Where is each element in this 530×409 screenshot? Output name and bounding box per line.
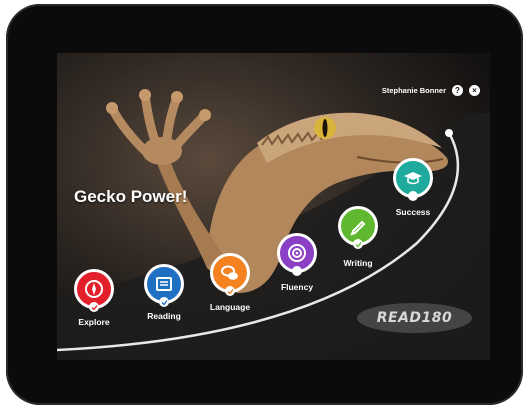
header-bar: Stephanie Bonner ? ×	[382, 85, 480, 96]
nav-label-success: Success	[395, 207, 431, 217]
complete-check-icon	[225, 286, 235, 296]
progress-dot-icon	[292, 266, 302, 276]
nav-label-explore: Explore	[78, 317, 110, 327]
complete-check-icon	[89, 302, 99, 312]
nav-label-fluency: Fluency	[280, 282, 314, 292]
nav-label-writing: Writing	[343, 258, 373, 268]
close-icon[interactable]: ×	[469, 85, 480, 96]
complete-check-icon	[353, 239, 363, 249]
pencil-icon	[350, 220, 366, 236]
speech-bubbles-icon	[221, 265, 238, 280]
nav-label-reading: Reading	[147, 311, 181, 321]
read180-logo: READ180	[357, 303, 472, 333]
graduation-cap-icon	[404, 172, 422, 185]
app-screen: Stephanie Bonner ? × Gecko Power! Explor…	[57, 53, 490, 360]
nav-label-language: Language	[209, 302, 251, 312]
target-icon	[288, 244, 306, 262]
user-name: Stephanie Bonner	[381, 86, 446, 95]
book-icon	[156, 277, 172, 291]
compass-icon	[85, 280, 103, 298]
page-title: Gecko Power!	[74, 187, 188, 206]
tablet-frame: Stephanie Bonner ? × Gecko Power! Explor…	[6, 4, 523, 405]
help-icon[interactable]: ?	[452, 85, 463, 96]
complete-check-icon	[159, 297, 169, 307]
progress-dot-icon	[408, 191, 418, 201]
